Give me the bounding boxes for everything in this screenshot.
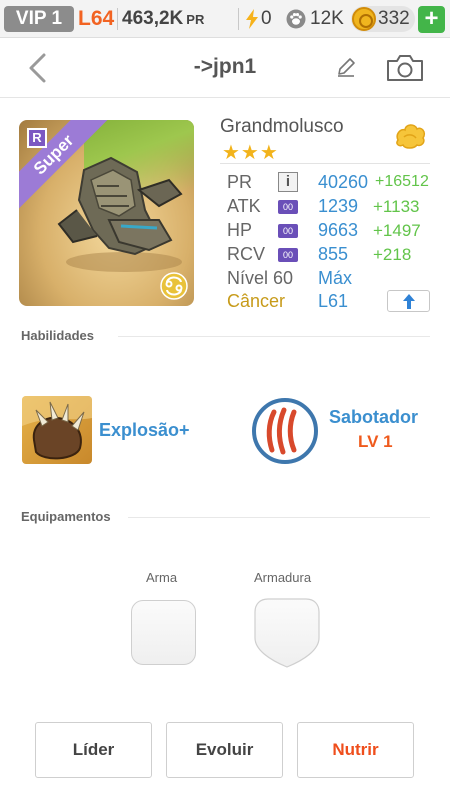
stat-bonus-rcv: +218 — [373, 245, 412, 264]
feed-button[interactable]: Nutrir — [297, 722, 414, 778]
stat-bonus-atk: +1133 — [373, 197, 420, 216]
skill-sabotador-level: LV 1 — [358, 432, 393, 451]
divider — [117, 8, 118, 30]
equipment-heading: Equipamentos — [21, 509, 111, 524]
abilities-heading: Habilidades — [21, 328, 94, 343]
divider — [118, 336, 430, 337]
status-bar: VIP 1 L64 463,2K PR 0 12K 332 + — [0, 0, 450, 38]
skill-sabotador-label[interactable]: Sabotador — [329, 407, 418, 428]
coin-icon — [352, 7, 376, 31]
skill-explosao-label[interactable]: Explosão+ — [99, 420, 190, 441]
add-coins-button[interactable]: + — [418, 6, 445, 33]
info-icon[interactable]: i — [278, 172, 298, 192]
level-value: Máx — [318, 268, 353, 288]
stat-value-hp: 9663 — [318, 220, 359, 240]
divider — [238, 8, 239, 30]
top-nav: ->jpn1 — [0, 38, 450, 98]
armor-label: Armadura — [254, 570, 312, 585]
paw-count: 12K — [310, 8, 344, 29]
stat-value-rcv: 855 — [318, 244, 349, 264]
stat-badge-hp: 00 — [278, 224, 298, 238]
energy-bolt-icon — [246, 9, 258, 29]
page-title: ->jpn1 — [193, 55, 257, 78]
rarity-badge: R — [27, 128, 47, 148]
energy-count: 0 — [261, 8, 272, 29]
paw-icon — [286, 9, 306, 29]
stat-badge-rcv: 00 — [278, 248, 298, 262]
back-arrow-icon[interactable] — [24, 52, 54, 84]
divider — [128, 517, 430, 518]
power-value: 463,2K — [122, 8, 184, 29]
power-unit: PR — [186, 12, 205, 27]
vip-badge[interactable]: VIP 1 — [4, 6, 74, 32]
stat-label-pr: PR — [227, 172, 253, 192]
monster-image — [57, 156, 183, 272]
weapon-slot[interactable] — [131, 600, 196, 665]
skill-explosao-icon[interactable] — [22, 396, 92, 464]
stat-value-atk: 1239 — [318, 196, 359, 216]
stat-label-rcv: RCV — [227, 244, 266, 264]
stat-bonus-pr: +16512 — [375, 173, 429, 190]
sign-upgrade-button[interactable] — [387, 290, 430, 312]
camera-icon[interactable] — [386, 54, 424, 82]
armor-slot[interactable] — [254, 598, 320, 668]
up-arrow-icon — [403, 294, 415, 309]
shell-icon[interactable] — [393, 120, 427, 150]
player-power: 463,2K PR — [122, 6, 204, 33]
cancer-sign-icon — [160, 272, 188, 300]
monster-card[interactable]: Super R — [19, 120, 194, 306]
player-level: L64 — [78, 7, 115, 30]
zodiac-level: L61 — [318, 291, 349, 311]
stat-value-pr: 40260 — [318, 172, 369, 192]
zodiac-sign-label: Câncer — [227, 291, 286, 311]
star-rating: ★★★ — [222, 142, 279, 164]
leader-button[interactable]: Líder — [35, 722, 152, 778]
level-label: Nível 60 — [227, 268, 294, 288]
divider — [220, 163, 430, 164]
stat-label-hp: HP — [227, 220, 253, 240]
monster-name: Grandmolusco — [220, 116, 344, 137]
skill-sabotador-icon[interactable] — [252, 398, 318, 464]
stat-bonus-hp: +1497 — [373, 221, 421, 240]
edit-pencil-icon[interactable] — [335, 56, 357, 78]
weapon-label: Arma — [146, 570, 178, 585]
evolve-button[interactable]: Evoluir — [166, 722, 283, 778]
coin-count: 332 — [378, 8, 410, 29]
stat-badge-atk: 00 — [278, 200, 298, 214]
stat-label-atk: ATK — [227, 196, 261, 216]
